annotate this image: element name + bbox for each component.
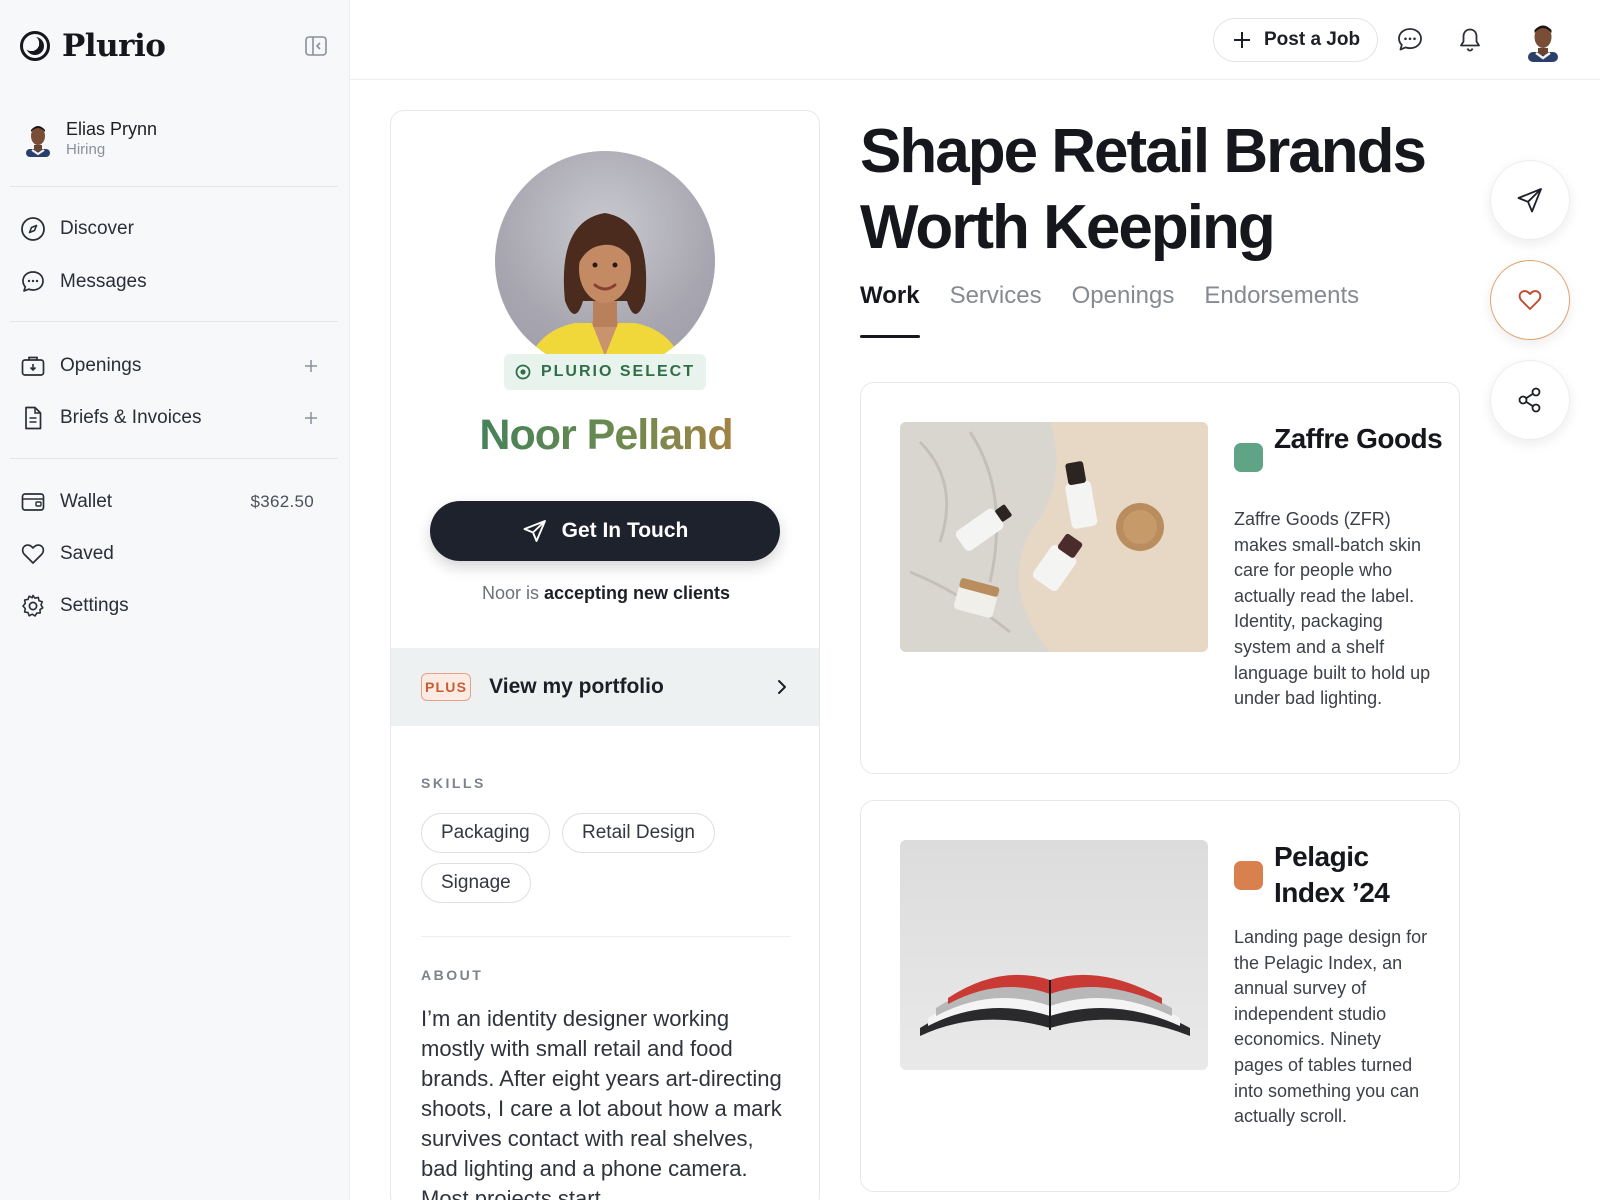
sidebar-item-label: Saved <box>60 543 114 564</box>
brand-name: Plurio <box>62 28 166 64</box>
sidebar-item-messages[interactable]: Messages <box>20 265 320 299</box>
sidebar-item-wallet[interactable]: Wallet $362.50 <box>20 485 320 519</box>
send-icon <box>523 520 546 542</box>
about-divider <box>421 936 791 937</box>
skincare-products-image <box>900 422 1208 652</box>
freelancer-name: Noor Pelland <box>391 411 819 460</box>
add-brief-icon[interactable] <box>302 409 320 427</box>
sidebar-item-label: Briefs & Invoices <box>60 407 202 428</box>
save-profile-button[interactable] <box>1490 260 1570 340</box>
project-color-swatch <box>1234 861 1263 890</box>
share-icon <box>1518 387 1541 413</box>
get-in-touch-label: Get In Touch <box>561 519 689 542</box>
tab-openings[interactable]: Openings <box>1072 282 1175 338</box>
work-card[interactable]: Pelagic Index ’24 Landing page design fo… <box>860 800 1460 1192</box>
sidebar-item-openings[interactable]: Openings <box>20 349 320 383</box>
messages-icon[interactable] <box>1396 26 1424 54</box>
current-user[interactable]: Elias Prynn Hiring <box>22 118 157 160</box>
bell-icon[interactable] <box>1456 26 1484 54</box>
select-badge-icon <box>515 364 531 380</box>
tab-endorsements[interactable]: Endorsements <box>1204 282 1359 338</box>
tab-services[interactable]: Services <box>950 282 1042 338</box>
gear-icon <box>22 594 44 617</box>
wallet-balance: $362.50 <box>250 492 314 511</box>
sidebar-item-label: Openings <box>60 355 142 376</box>
portrait-illustration <box>525 213 685 371</box>
profile-tabs: Work Services Openings Endorsements <box>860 282 1389 338</box>
user-role: Hiring <box>66 141 106 158</box>
sidebar-item-label: Settings <box>60 595 129 616</box>
work-card[interactable]: Zaffre Goods Zaffre Goods (ZFR) makes sm… <box>860 382 1460 774</box>
user-avatar <box>26 126 50 157</box>
skills-heading: SKILLS <box>421 775 486 791</box>
availability-prefix: Noor is <box>481 583 539 603</box>
skill-chip[interactable]: Packaging <box>421 813 550 853</box>
user-name: Elias Prynn <box>66 119 158 139</box>
compass-icon <box>21 217 45 241</box>
post-job-label: Post a Job <box>1264 29 1361 50</box>
heart-icon <box>21 544 45 564</box>
sidebar-item-discover[interactable]: Discover <box>20 212 320 246</box>
plurio-select-label: PLURIO SELECT <box>540 363 695 380</box>
chat-bubble-icon <box>22 271 44 292</box>
sidebar-divider <box>10 321 338 322</box>
add-opening-icon[interactable] <box>302 357 320 375</box>
work-title: Pelagic Index ’24 <box>1274 841 1390 908</box>
tab-work[interactable]: Work <box>860 282 920 338</box>
availability-status: Noor is accepting new clients <box>391 583 819 604</box>
plus-badge: PLUS <box>421 673 472 701</box>
plurio-logo-icon <box>20 31 50 61</box>
profile-card: PLURIO SELECT Noor Pelland Get In Touch … <box>390 110 820 1200</box>
sidebar-item-label: Discover <box>60 218 134 239</box>
work-thumbnail <box>900 422 1208 652</box>
sidebar-divider <box>10 186 338 187</box>
sidebar-item-briefs-invoices[interactable]: Briefs & Invoices <box>20 401 320 435</box>
post-job-button[interactable]: Post a Job <box>1213 18 1378 62</box>
brand-logo[interactable]: Plurio <box>20 28 166 64</box>
sidebar-collapse-icon[interactable] <box>305 36 327 56</box>
account-avatar[interactable] <box>1523 20 1563 62</box>
page-title: Shape Retail Brands Worth Keeping <box>860 117 1427 262</box>
skill-chip[interactable]: Signage <box>421 863 531 903</box>
plus-icon <box>1234 32 1250 48</box>
sidebar-item-label: Messages <box>60 271 147 292</box>
document-icon <box>25 406 42 430</box>
sidebar-item-settings[interactable]: Settings <box>20 589 320 623</box>
sidebar-item-saved[interactable]: Saved <box>20 537 320 571</box>
work-description: Landing page design for the Pelagic Inde… <box>1234 927 1428 1127</box>
work-thumbnail <box>900 840 1208 1070</box>
project-color-swatch <box>1234 443 1263 472</box>
view-portfolio-label: View my portfolio <box>489 675 664 698</box>
top-bar: Post a Job <box>350 0 1600 80</box>
view-portfolio-link[interactable]: PLUS View my portfolio <box>391 648 819 726</box>
availability-value: accepting new clients <box>543 583 731 603</box>
share-profile-button[interactable] <box>1490 360 1570 440</box>
sidebar: Plurio Elias Prynn Hiring Discover Messa… <box>0 0 350 1200</box>
send-icon <box>1517 188 1542 213</box>
profile-photo <box>495 151 715 371</box>
chevron-right-icon <box>778 680 786 694</box>
about-text: I’m an identity designer working mostly … <box>421 1006 782 1200</box>
magazine-image <box>900 840 1208 1070</box>
about-heading: ABOUT <box>421 967 484 983</box>
sidebar-item-label: Wallet <box>60 491 113 512</box>
get-in-touch-button[interactable]: Get In Touch <box>430 501 780 561</box>
heart-icon <box>1518 290 1542 310</box>
wallet-icon <box>21 493 45 511</box>
skill-chip[interactable]: Retail Design <box>562 813 715 853</box>
plurio-select-badge: PLURIO SELECT <box>504 354 706 390</box>
send-message-button[interactable] <box>1490 160 1570 240</box>
briefcase-icon <box>21 356 45 376</box>
work-description: Zaffre Goods (ZFR) makes small-batch ski… <box>1234 509 1431 709</box>
sidebar-divider <box>10 458 338 459</box>
work-title: Zaffre Goods <box>1274 423 1443 454</box>
